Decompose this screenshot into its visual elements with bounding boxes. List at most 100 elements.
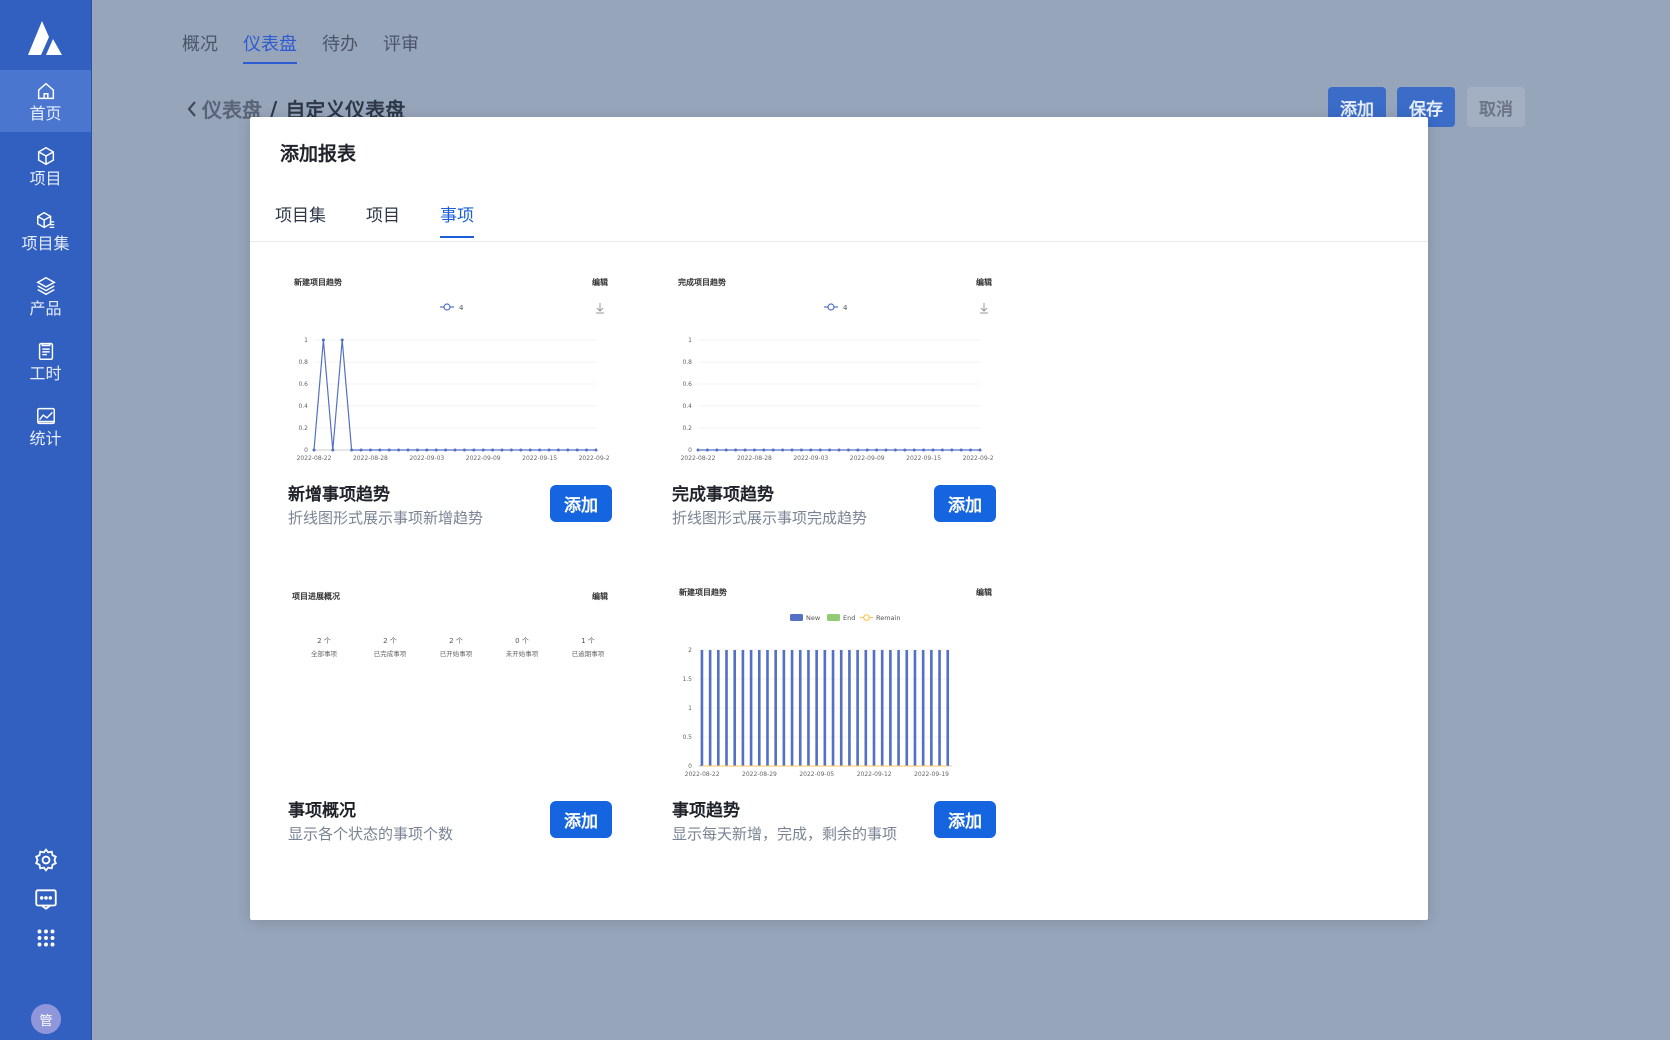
- sidebar-item-home[interactable]: 首页: [0, 70, 91, 132]
- data-point: [331, 448, 335, 452]
- chevron-left-icon: [187, 100, 196, 117]
- data-point: [696, 448, 700, 452]
- data-point: [321, 338, 325, 342]
- tab-todo[interactable]: 待办: [322, 30, 358, 64]
- app-logo-icon[interactable]: [24, 17, 66, 57]
- data-point: [705, 448, 709, 452]
- completed-issue-trend-chart: 完成项目趋势 编辑 4 0 0.2 0.4 0.6 0.8 1 2022-08-22 2022…: [678, 277, 994, 462]
- data-point: [743, 448, 747, 452]
- x-tick-label: 2022-09-09: [850, 455, 885, 462]
- download-icon[interactable]: [596, 303, 604, 314]
- layers-icon: [35, 276, 56, 295]
- tab-project-set[interactable]: 项目集: [275, 201, 326, 238]
- card-description: 显示每天新增，完成，剩余的事项: [672, 825, 898, 843]
- data-point: [781, 448, 785, 452]
- sidebar-item-statistics[interactable]: 统计: [0, 395, 91, 457]
- stat-label: 已完成事项: [374, 649, 407, 658]
- tab-review[interactable]: 评审: [383, 30, 419, 64]
- data-point: [387, 448, 391, 452]
- x-tick-label: 2022-09-19: [914, 771, 949, 778]
- thumb-edit-link[interactable]: 编辑: [592, 591, 608, 601]
- y-tick-label: 0.4: [298, 403, 308, 410]
- bar-new: [798, 650, 802, 766]
- data-point: [340, 338, 344, 342]
- bar-new: [708, 650, 712, 766]
- sidebar-item-label: 产品: [29, 298, 62, 318]
- data-point: [453, 448, 457, 452]
- message-icon[interactable]: [33, 886, 59, 912]
- stat-value: 2 个: [449, 637, 463, 645]
- data-point: [538, 448, 542, 452]
- card-title: 完成事项趋势: [672, 485, 774, 505]
- bar-new: [856, 650, 859, 766]
- tab-project[interactable]: 项目: [366, 201, 400, 238]
- bar-new: [766, 650, 769, 766]
- data-point: [556, 448, 560, 452]
- download-icon[interactable]: [980, 303, 988, 314]
- x-tick-label: 2022-09-21: [579, 455, 610, 462]
- report-card-new-issue-trend: 新建项目趋势 编辑 4 0 0.2 0.4 0.6 0.8 1 2022-08-22 2022…: [250, 267, 612, 537]
- bar-new: [807, 650, 810, 766]
- data-point: [724, 448, 728, 452]
- sidebar: 首页 项目 项目集 产品 工时 统计 管: [0, 0, 92, 1040]
- add-report-button[interactable]: 添加: [550, 801, 612, 838]
- add-report-button[interactable]: 添加: [934, 485, 996, 522]
- y-tick-label: 0.8: [682, 359, 692, 366]
- cube-icon: [37, 146, 54, 165]
- tab-issue[interactable]: 事项: [440, 201, 474, 238]
- thumb-title: 新建项目趋势: [294, 277, 342, 287]
- stat-value: 0 个: [515, 637, 529, 645]
- add-report-button[interactable]: 添加: [934, 801, 996, 838]
- x-tick-label: 2022-09-21: [963, 455, 994, 462]
- apps-grid-icon[interactable]: [33, 925, 59, 951]
- x-tick-label: 2022-09-09: [466, 455, 501, 462]
- thumb-edit-link[interactable]: 编辑: [976, 587, 992, 597]
- data-point: [312, 448, 316, 452]
- x-tick-label: 2022-08-29: [742, 771, 777, 778]
- data-point: [799, 448, 803, 452]
- bar-new: [921, 650, 925, 766]
- data-point: [752, 448, 756, 452]
- data-point: [912, 448, 916, 452]
- sidebar-item-label: 统计: [29, 428, 62, 448]
- report-card-completed-issue-trend: 完成项目趋势 编辑 4 0 0.2 0.4 0.6 0.8 1 2022-08-22 2022…: [634, 267, 996, 537]
- y-tick-label: 0.2: [682, 425, 692, 432]
- cancel-button[interactable]: 取消: [1467, 87, 1525, 127]
- stat-item: 1 个 已逾期事项: [572, 637, 605, 658]
- x-tick-label: 2022-09-15: [906, 455, 941, 462]
- y-tick-label: 0.4: [682, 403, 692, 410]
- gear-icon[interactable]: [33, 847, 59, 873]
- bar-new: [839, 650, 843, 766]
- bar-new: [823, 650, 827, 766]
- data-point: [528, 448, 532, 452]
- bar-new: [782, 650, 786, 766]
- data-point: [425, 448, 429, 452]
- avatar[interactable]: 管: [31, 1004, 61, 1034]
- sidebar-item-worktime[interactable]: 工时: [0, 330, 91, 392]
- bar-new: [913, 650, 917, 766]
- sidebar-item-project[interactable]: 项目: [0, 135, 91, 197]
- y-tick-label: 1: [304, 337, 308, 344]
- data-point: [378, 448, 382, 452]
- x-tick-label: 2022-08-22: [685, 771, 720, 778]
- tab-dashboard[interactable]: 仪表盘: [243, 30, 297, 64]
- thumb-edit-link[interactable]: 编辑: [592, 277, 608, 287]
- tab-overview[interactable]: 概况: [182, 30, 218, 64]
- add-report-button[interactable]: 添加: [550, 485, 612, 522]
- legend-label: Remain: [876, 614, 900, 622]
- data-point: [978, 448, 982, 452]
- data-point: [903, 448, 907, 452]
- bar-new: [938, 650, 941, 766]
- data-point: [585, 448, 589, 452]
- sidebar-item-project-set[interactable]: 项目集: [0, 200, 91, 262]
- y-tick-label: 0: [688, 763, 692, 770]
- sidebar-item-product[interactable]: 产品: [0, 265, 91, 327]
- sidebar-item-label: 项目: [29, 168, 62, 188]
- data-point: [359, 448, 363, 452]
- data-point: [500, 448, 504, 452]
- bar-new: [717, 650, 720, 766]
- thumb-edit-link[interactable]: 编辑: [976, 277, 992, 287]
- bar-new: [741, 650, 745, 766]
- legend-label: End: [843, 614, 855, 622]
- x-tick-label: 2022-08-28: [737, 455, 772, 462]
